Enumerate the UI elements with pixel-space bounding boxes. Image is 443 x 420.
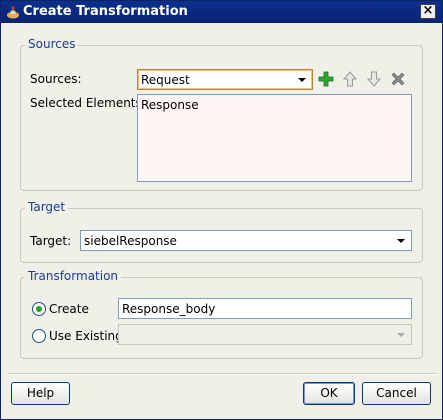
help-button[interactable]: Help — [11, 382, 70, 405]
sources-dropdown-value: Request — [141, 73, 190, 87]
delete-icon[interactable] — [389, 70, 407, 88]
create-radio[interactable] — [32, 302, 46, 316]
create-transformation-dialog: Create Transformation × Sources Sources:… — [0, 0, 443, 420]
create-name-field[interactable]: Response_body — [118, 298, 412, 319]
use-existing-radio-label[interactable]: Use Existing — [49, 329, 123, 343]
chevron-down-icon — [397, 239, 405, 243]
create-radio-label[interactable]: Create — [49, 302, 89, 316]
selected-elements-label: Selected Elements: — [30, 96, 146, 110]
radio-selected-dot — [36, 306, 42, 312]
use-existing-dropdown[interactable] — [118, 324, 412, 345]
target-label: Target: — [30, 234, 72, 248]
selected-elements-list[interactable]: Response — [137, 94, 412, 182]
move-down-icon[interactable] — [365, 70, 383, 88]
ok-button[interactable]: OK — [303, 382, 355, 405]
list-item[interactable]: Response — [141, 98, 199, 112]
add-icon[interactable] — [317, 70, 335, 88]
move-up-icon[interactable] — [341, 70, 359, 88]
chevron-down-icon — [298, 78, 306, 82]
sources-dropdown[interactable]: Request — [137, 69, 313, 90]
target-group-title: Target — [25, 200, 69, 214]
sources-group-title: Sources — [25, 37, 79, 51]
chevron-down-icon — [397, 333, 405, 337]
cancel-button[interactable]: Cancel — [362, 382, 431, 405]
create-name-value: Response_body — [122, 302, 216, 316]
sources-label: Sources: — [30, 72, 82, 86]
use-existing-radio[interactable] — [32, 329, 46, 343]
transformation-group-title: Transformation — [25, 269, 122, 283]
button-separator — [7, 373, 436, 375]
target-dropdown[interactable]: siebelResponse — [80, 230, 412, 251]
app-icon — [7, 6, 19, 19]
window-title: Create Transformation — [23, 4, 188, 19]
close-button[interactable]: × — [420, 4, 436, 19]
title-bar[interactable]: Create Transformation × — [1, 1, 442, 23]
target-dropdown-value: siebelResponse — [84, 234, 177, 248]
